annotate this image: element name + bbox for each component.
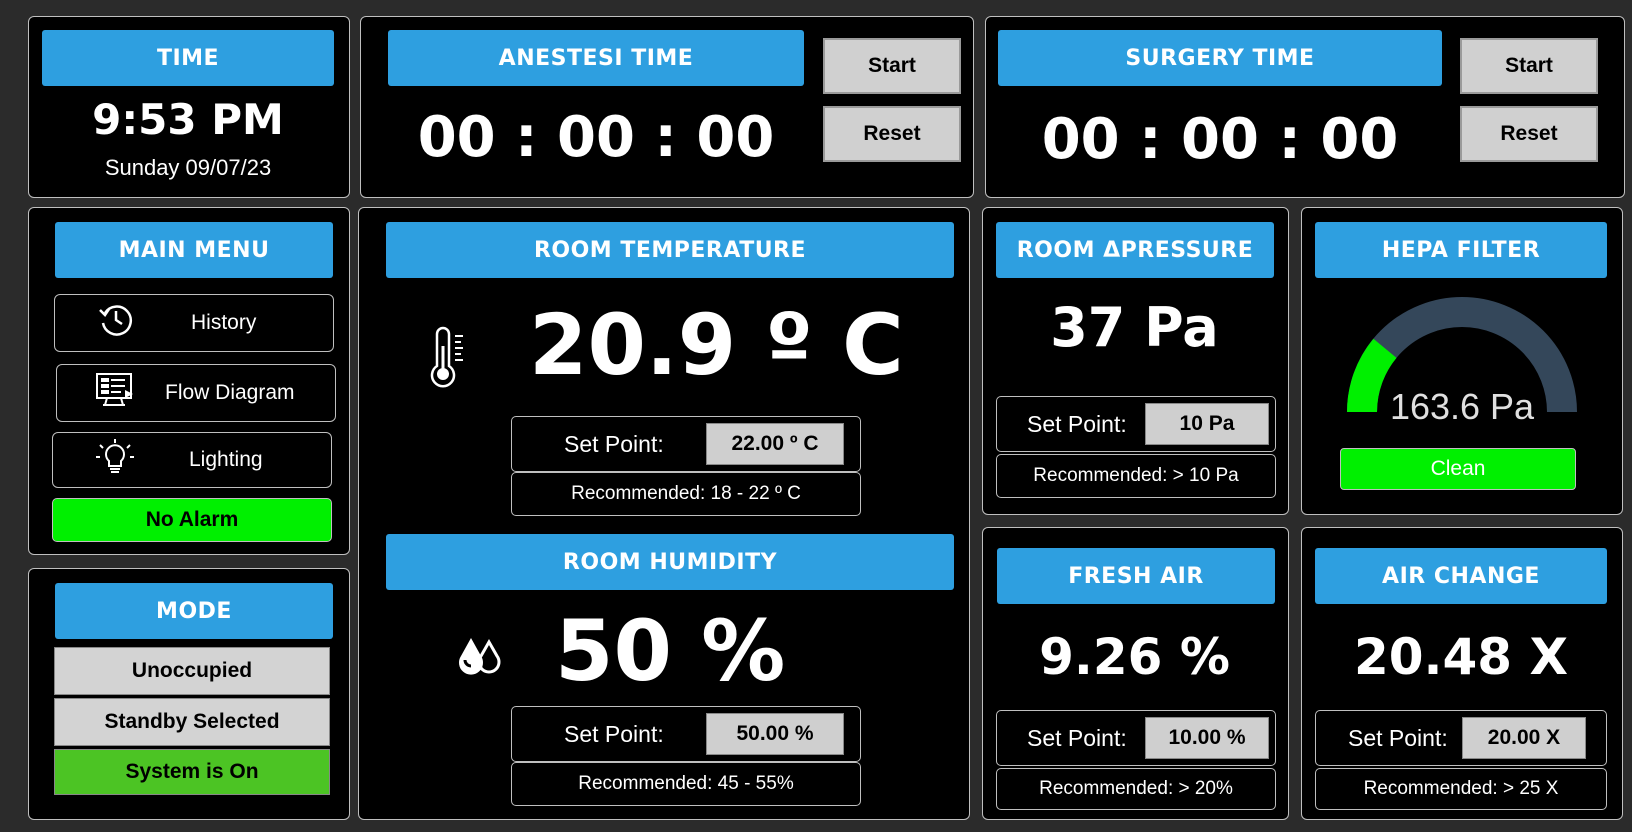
- temperature-setpoint-input[interactable]: 22.00 º C: [706, 423, 844, 465]
- hepa-header: HEPA FILTER: [1315, 222, 1607, 278]
- humidity-setpoint-box: Set Point: 50.00 %: [511, 706, 861, 762]
- anestesi-timer: 00 : 00 : 00: [417, 105, 775, 170]
- humidity-setpoint-label: Set Point:: [564, 720, 664, 747]
- humidity-recommended: Recommended: 45 - 55%: [511, 762, 861, 806]
- temperature-setpoint-box: Set Point: 22.00 º C: [511, 416, 861, 472]
- fresh-air-setpoint-label: Set Point:: [1027, 724, 1127, 751]
- air-change-setpoint-input[interactable]: 20.00 X: [1462, 717, 1586, 759]
- anestesi-start-button[interactable]: Start: [823, 38, 961, 94]
- humidity-setpoint-input[interactable]: 50.00 %: [706, 713, 844, 755]
- pressure-header: ROOM ΔPRESSURE: [996, 222, 1274, 278]
- pressure-setpoint-input[interactable]: 10 Pa: [1145, 403, 1269, 445]
- temperature-recommended: Recommended: 18 - 22 º C: [511, 472, 861, 516]
- standby-mode-button[interactable]: Standby Selected: [54, 698, 330, 746]
- menu-item-flow-diagram-label: Flow Diagram: [165, 381, 295, 404]
- air-change-setpoint-box: Set Point: 20.00 X: [1315, 710, 1607, 766]
- temperature-setpoint-label: Set Point:: [564, 430, 664, 457]
- history-icon: [97, 301, 135, 345]
- unoccupied-mode-button[interactable]: Unoccupied: [54, 647, 330, 695]
- pressure-setpoint-box: Set Point: 10 Pa: [996, 396, 1276, 452]
- monitor-icon: [95, 372, 135, 414]
- menu-item-lighting-label: Lighting: [189, 448, 263, 471]
- humidity-drops-icon: [451, 628, 509, 690]
- fresh-air-setpoint-box: Set Point: 10.00 %: [996, 710, 1276, 766]
- fresh-air-panel: FRESH AIR 9.26 % Set Point: 10.00 % Reco…: [982, 527, 1289, 820]
- air-change-value: 20.48 X: [1353, 628, 1569, 686]
- fresh-air-recommended: Recommended: > 20%: [996, 768, 1276, 810]
- hepa-panel: HEPA FILTER 163.6 Pa Clean: [1301, 207, 1623, 515]
- pressure-value: 37 Pa: [1050, 296, 1219, 359]
- fresh-air-value: 9.26 %: [1039, 628, 1230, 686]
- air-change-panel: AIR CHANGE 20.48 X Set Point: 20.00 X Re…: [1301, 527, 1623, 820]
- fresh-air-header: FRESH AIR: [997, 548, 1275, 604]
- surgery-start-button[interactable]: Start: [1460, 38, 1598, 94]
- surgery-panel: SURGERY TIME 00 : 00 : 00 Start Reset: [985, 16, 1625, 198]
- clock-display: 9:53 PM: [92, 95, 284, 144]
- mode-header: MODE: [55, 583, 333, 639]
- menu-item-history[interactable]: History: [54, 294, 334, 352]
- hepa-status: Clean: [1340, 448, 1576, 490]
- menu-item-flow-diagram[interactable]: Flow Diagram: [56, 364, 336, 422]
- menu-item-history-label: History: [191, 311, 257, 334]
- menu-item-lighting[interactable]: Lighting: [52, 432, 332, 488]
- air-change-setpoint-label: Set Point:: [1348, 724, 1448, 751]
- anestesi-panel: ANESTESI TIME 00 : 00 : 00 Start Reset: [360, 16, 974, 198]
- temperature-header: ROOM TEMPERATURE: [386, 222, 954, 278]
- surgery-reset-button[interactable]: Reset: [1460, 106, 1598, 162]
- pressure-panel: ROOM ΔPRESSURE 37 Pa Set Point: 10 Pa Re…: [982, 207, 1289, 515]
- surgery-header: SURGERY TIME: [998, 30, 1442, 86]
- climate-panel: ROOM TEMPERATURE 20.9 º C Set Point: 22.…: [358, 207, 970, 820]
- anestesi-reset-button[interactable]: Reset: [823, 106, 961, 162]
- anestesi-header: ANESTESI TIME: [388, 30, 804, 86]
- time-panel: TIME 9:53 PM Sunday 09/07/23: [28, 16, 350, 198]
- air-change-recommended: Recommended: > 25 X: [1315, 768, 1607, 810]
- thermometer-icon: [427, 326, 469, 392]
- air-change-header: AIR CHANGE: [1315, 548, 1607, 604]
- time-header: TIME: [42, 30, 334, 86]
- lightbulb-icon: [95, 437, 135, 483]
- surgery-timer: 00 : 00 : 00: [1041, 107, 1399, 172]
- hepa-gauge-value: 163.6 Pa: [1389, 386, 1535, 427]
- main-menu-header: MAIN MENU: [55, 222, 333, 278]
- date-display: Sunday 09/07/23: [104, 155, 272, 180]
- system-on-button[interactable]: System is On: [54, 749, 330, 795]
- pressure-setpoint-label: Set Point:: [1027, 410, 1127, 437]
- humidity-value: 50 %: [555, 602, 786, 700]
- temperature-value: 20.9 º C: [529, 296, 904, 394]
- pressure-recommended: Recommended: > 10 Pa: [996, 454, 1276, 498]
- alarm-status: No Alarm: [52, 498, 332, 542]
- main-menu-panel: MAIN MENU History Flow Diagram Lighting …: [28, 207, 350, 555]
- humidity-header: ROOM HUMIDITY: [386, 534, 954, 590]
- fresh-air-setpoint-input[interactable]: 10.00 %: [1145, 717, 1269, 759]
